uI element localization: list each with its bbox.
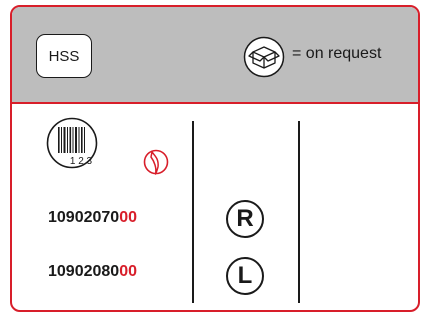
barcode-icon: 1 2 3 xyxy=(46,117,98,169)
column-divider-right xyxy=(298,121,300,303)
barcode-digits: 1 2 3 xyxy=(70,156,93,167)
left-hand-badge: L xyxy=(226,257,264,295)
article-number-main: 10902070 xyxy=(48,209,120,226)
hss-badge: HSS xyxy=(36,34,92,78)
column-divider-left xyxy=(192,121,194,303)
right-hand-badge: R xyxy=(226,200,264,238)
article-number-left: 1090208000 xyxy=(48,263,137,281)
drill-icon xyxy=(143,149,169,175)
article-number-suffix: 00 xyxy=(119,209,137,226)
article-number-right: 1090207000 xyxy=(48,209,137,227)
card-header: HSS = on request xyxy=(12,7,418,104)
box-icon xyxy=(243,36,285,78)
article-number-suffix: 00 xyxy=(119,263,137,280)
packaging-note: = on request xyxy=(292,45,382,62)
product-info-card: HSS = on request 1 2 3 1090207000 109020… xyxy=(10,5,420,312)
article-number-main: 10902080 xyxy=(48,263,120,280)
